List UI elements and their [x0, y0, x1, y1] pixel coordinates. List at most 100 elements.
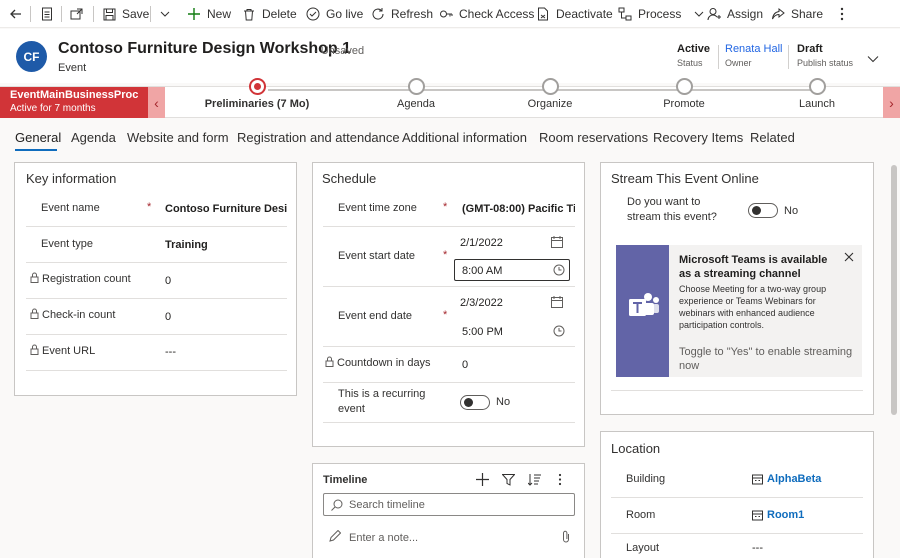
assign-button[interactable]: Assign	[706, 0, 763, 28]
avatar: CF	[16, 41, 47, 72]
open-new-window-button[interactable]	[69, 0, 90, 28]
attachment-icon[interactable]	[562, 530, 570, 546]
stage-launch[interactable]: Launch	[757, 78, 877, 110]
field-event-end-date: Event end date * 2/3/2022 5:00 PM	[323, 287, 575, 347]
countdown-value: 0	[462, 359, 469, 371]
bpf-prev-button[interactable]: ‹	[148, 87, 165, 118]
chevron-down-icon	[867, 56, 879, 63]
time-zone-value[interactable]: (GMT-08:00) Pacific Tim	[462, 203, 575, 215]
save-options-button[interactable]	[157, 0, 178, 28]
more-vertical-icon[interactable]	[558, 473, 562, 489]
tab-agenda[interactable]: Agenda	[71, 130, 116, 145]
bpf-next-button[interactable]: ›	[883, 87, 900, 118]
header-field-owner[interactable]: Renata Hall Owner	[725, 43, 782, 68]
required-indicator: *	[443, 249, 448, 261]
back-arrow-icon	[8, 6, 24, 22]
save-button[interactable]: Save	[101, 0, 149, 28]
building-lookup-link[interactable]: AlphaBeta	[752, 473, 821, 485]
timeline-section: Timeline Search timeline Enter a note...	[312, 463, 585, 558]
stage-promote[interactable]: Promote	[624, 78, 744, 110]
lock-icon	[30, 308, 39, 322]
room-lookup-link[interactable]: Room1	[752, 509, 804, 521]
lock-icon	[30, 272, 39, 286]
clock-icon[interactable]	[553, 325, 565, 340]
tab-registration-and-attendance[interactable]: Registration and attendance	[237, 130, 400, 145]
active-tab-indicator	[15, 149, 57, 151]
search-icon	[331, 499, 343, 514]
stream-event-section: Stream This Event Online Do you want to …	[600, 162, 874, 415]
check-access-button[interactable]: Check Access	[438, 0, 534, 28]
process-flag[interactable]: EventMainBusinessProce... Active for 7 m…	[0, 87, 148, 118]
back-button[interactable]	[8, 0, 29, 28]
field-event-time-zone: Event time zone * (GMT-08:00) Pacific Ti…	[323, 191, 575, 227]
clock-icon[interactable]	[553, 264, 565, 279]
field-building: Building AlphaBeta	[611, 462, 863, 498]
unsaved-indicator: - Unsaved	[314, 45, 365, 57]
more-commands-button[interactable]	[834, 0, 855, 28]
field-room: Room Room1	[611, 498, 863, 534]
check-circle-icon	[305, 6, 321, 22]
trash-icon	[241, 6, 257, 22]
calendar-icon[interactable]	[551, 236, 563, 251]
tab-general[interactable]: General	[15, 130, 61, 145]
stage-circle-icon	[808, 78, 826, 95]
calendar-icon[interactable]	[551, 296, 563, 311]
header-expand-button[interactable]	[867, 52, 879, 66]
share-icon	[770, 6, 786, 22]
active-stage-icon	[248, 78, 266, 95]
start-time-input[interactable]: 8:00 AM	[454, 259, 570, 281]
section-title: Schedule	[322, 171, 377, 186]
event-type-value[interactable]: Training	[165, 239, 208, 251]
plus-icon	[186, 6, 202, 22]
field-countdown-in-days: Countdown in days 0	[323, 347, 575, 383]
start-date-input[interactable]: 2/1/2022	[460, 237, 503, 249]
stage-circle-icon	[541, 78, 559, 95]
layout-value: ---	[752, 542, 763, 554]
page-title: Contoso Furniture Design Workshop 1	[58, 40, 352, 57]
note-input[interactable]: Enter a note...	[349, 532, 418, 544]
form-selector-button[interactable]	[39, 0, 60, 28]
end-date-input[interactable]: 2/3/2022	[460, 297, 503, 309]
stage-preliminaries[interactable]: Preliminaries (7 Mo)	[197, 78, 317, 110]
deactivate-document-icon	[535, 6, 551, 22]
required-indicator: *	[147, 201, 152, 213]
person-icon	[706, 6, 722, 22]
event-name-value[interactable]: Contoso Furniture Desi...	[165, 203, 287, 215]
close-icon[interactable]	[844, 251, 854, 265]
tab-additional-information[interactable]: Additional information	[402, 130, 527, 145]
field-event-type: Event type Training	[26, 227, 287, 263]
new-button[interactable]: New	[186, 0, 231, 28]
business-process-flow: EventMainBusinessProce... Active for 7 m…	[0, 78, 900, 118]
refresh-button[interactable]: Refresh	[370, 0, 433, 28]
timeline-search-input[interactable]: Search timeline	[323, 493, 575, 516]
sort-icon[interactable]	[527, 473, 541, 489]
recurring-toggle[interactable]	[460, 395, 490, 410]
more-vertical-icon	[834, 6, 850, 22]
stage-agenda[interactable]: Agenda	[356, 78, 476, 110]
field-recurring-event: This is a recurring event No	[323, 383, 575, 423]
teams-info-card: Microsoft Teams is available as a stream…	[616, 245, 862, 377]
tab-related[interactable]: Related	[750, 130, 795, 145]
tab-recovery-items[interactable]: Recovery Items	[653, 130, 743, 145]
share-button[interactable]: Share	[770, 0, 823, 28]
delete-button[interactable]: Delete	[241, 0, 297, 28]
filter-icon[interactable]	[501, 474, 516, 489]
section-title: Location	[611, 441, 661, 456]
stream-toggle[interactable]	[748, 203, 778, 218]
lock-icon	[30, 344, 39, 358]
page-scrollbar[interactable]	[891, 165, 897, 415]
end-time-input[interactable]: 5:00 PM	[462, 326, 503, 338]
tab-room-reservations[interactable]: Room reservations	[539, 130, 648, 145]
add-icon[interactable]	[476, 473, 489, 489]
building-icon	[752, 474, 763, 485]
tab-website-and-form[interactable]: Website and form	[127, 130, 229, 145]
stage-organize[interactable]: Organize	[490, 78, 610, 110]
stage-circle-icon	[407, 78, 425, 95]
deactivate-button[interactable]: Deactivate	[535, 0, 613, 28]
process-button[interactable]: Process	[617, 0, 712, 28]
go-live-button[interactable]: Go live	[305, 0, 363, 28]
registration-count-value: 0	[165, 275, 172, 287]
schedule-section: Schedule Event time zone * (GMT-08:00) P…	[312, 162, 585, 447]
record-header: CF Contoso Furniture Design Workshop 1 -…	[0, 29, 900, 83]
stage-circle-icon	[675, 78, 693, 95]
